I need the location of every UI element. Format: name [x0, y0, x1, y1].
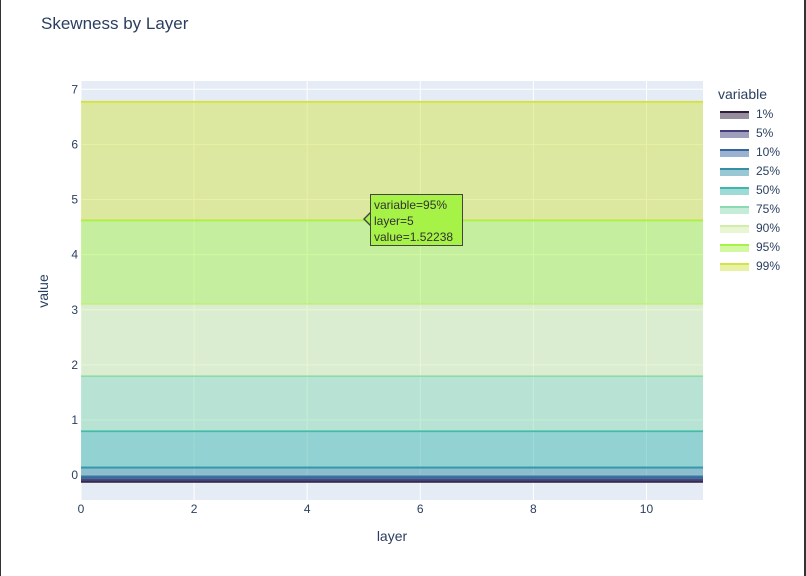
legend: variable 1% 5% 10% 25% 50% 75% 90% 95% 99% — [718, 86, 780, 277]
x-tick-label: 10 — [640, 502, 654, 516]
legend-items: 1% 5% 10% 25% 50% 75% 90% 95% 99% — [718, 106, 780, 277]
legend-label: 25% — [756, 164, 781, 178]
area-series — [81, 100, 703, 483]
y-tick-label: 3 — [71, 303, 78, 317]
legend-item[interactable]: 10% — [718, 144, 780, 163]
legend-item[interactable]: 1% — [718, 106, 773, 125]
legend-item[interactable]: 75% — [718, 201, 780, 220]
tooltip-variable: variable=95% — [374, 198, 448, 212]
legend-item[interactable]: 95% — [718, 239, 780, 258]
y-tick-label: 1 — [71, 413, 78, 427]
x-tick-label: 4 — [304, 502, 311, 516]
legend-item[interactable]: 99% — [718, 258, 780, 277]
legend-label: 90% — [756, 221, 781, 235]
legend-item[interactable]: 90% — [718, 220, 780, 239]
legend-swatch — [720, 263, 749, 271]
legend-label: 99% — [756, 259, 781, 273]
x-axis-label: layer — [377, 528, 408, 544]
y-tick-label: 7 — [71, 82, 78, 96]
x-tick-labels: 0 2 4 6 8 10 — [78, 502, 654, 516]
y-tick-label: 0 — [71, 468, 78, 482]
y-tick-label: 6 — [71, 137, 78, 151]
chart-canvas[interactable]: 0 2 4 6 8 10 0 1 2 3 4 5 6 7 layer value — [0, 0, 806, 576]
legend-swatch — [720, 130, 749, 138]
legend-label: 95% — [756, 240, 781, 254]
x-tick-label: 2 — [191, 502, 198, 516]
area-fill-50% — [81, 431, 703, 468]
area-fill-90% — [81, 304, 703, 376]
legend-title: variable — [718, 86, 768, 102]
legend-label: 5% — [756, 126, 774, 140]
legend-swatch — [720, 187, 749, 195]
legend-label: 10% — [756, 145, 781, 159]
legend-swatch — [720, 149, 749, 157]
tooltip-layer: layer=5 — [374, 214, 414, 228]
y-tick-label: 2 — [71, 358, 78, 372]
legend-swatch — [720, 111, 749, 119]
y-axis-label: value — [35, 274, 51, 308]
legend-label: 50% — [756, 183, 781, 197]
legend-swatch — [720, 225, 749, 233]
legend-item[interactable]: 5% — [718, 125, 773, 144]
tooltip-value: value=1.52238 — [374, 230, 454, 244]
legend-item[interactable]: 50% — [718, 182, 780, 201]
legend-label: 1% — [756, 107, 774, 121]
x-tick-label: 0 — [78, 502, 85, 516]
legend-label: 75% — [756, 202, 781, 216]
legend-swatch — [720, 206, 749, 214]
legend-item[interactable]: 25% — [718, 163, 780, 182]
legend-swatch — [720, 168, 749, 176]
y-tick-labels: 0 1 2 3 4 5 6 7 — [71, 82, 78, 482]
area-fill-25% — [81, 467, 703, 477]
y-tick-label: 5 — [71, 193, 78, 207]
x-tick-label: 8 — [530, 502, 537, 516]
x-tick-label: 6 — [417, 502, 424, 516]
hover-tooltip: variable=95% layer=5 value=1.52238 — [370, 194, 463, 246]
y-tick-label: 4 — [71, 248, 78, 262]
legend-swatch — [720, 244, 749, 252]
area-fill-75% — [81, 375, 703, 432]
